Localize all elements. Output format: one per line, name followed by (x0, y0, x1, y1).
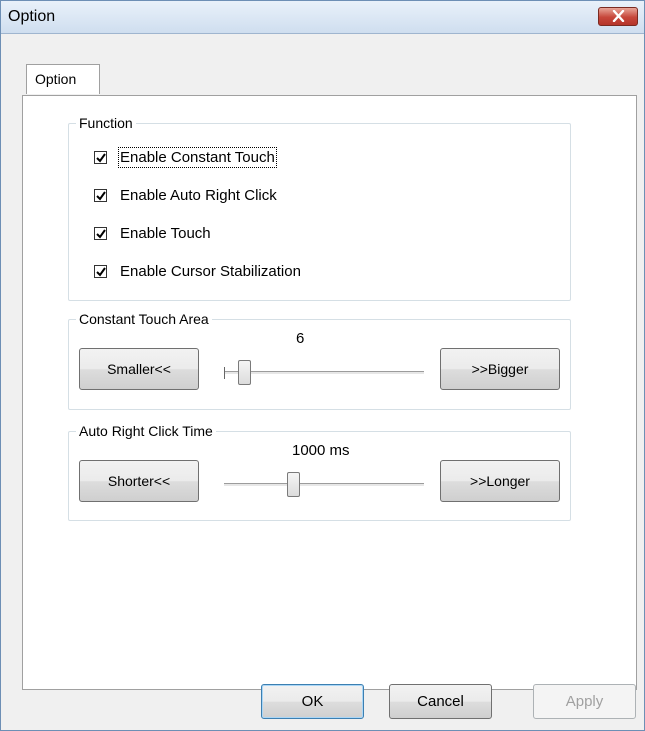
bigger-button[interactable]: >>Bigger (440, 348, 560, 390)
constant-touch-area-legend: Constant Touch Area (76, 311, 212, 327)
function-group: Function Enable Constant Touch Enable Au… (68, 115, 571, 301)
ok-button[interactable]: OK (261, 684, 364, 719)
touch-area-value: 6 (296, 330, 305, 347)
apply-button[interactable]: Apply (533, 684, 636, 719)
checkmark-icon (96, 153, 106, 163)
checkbox-box (94, 265, 107, 278)
checkmark-icon (96, 191, 106, 201)
checkmark-icon (96, 267, 106, 277)
enable-cursor-stabilization-label: Enable Cursor Stabilization (120, 263, 301, 280)
right-click-time-value: 1000 ms (292, 442, 350, 459)
checkbox-box (94, 189, 107, 202)
checkmark-icon (96, 229, 106, 239)
slider-track (224, 367, 424, 379)
tab-page: Function Enable Constant Touch Enable Au… (22, 95, 637, 690)
auto-right-click-time-legend: Auto Right Click Time (76, 423, 216, 439)
close-icon (612, 10, 625, 22)
enable-constant-touch-label: Enable Constant Touch (118, 147, 277, 168)
title-bar[interactable]: Option (1, 1, 644, 34)
slider-thumb[interactable] (238, 360, 251, 385)
dialog-content: Option Function Enable Constant Touch En… (1, 34, 644, 730)
enable-auto-right-click-label: Enable Auto Right Click (120, 187, 277, 204)
slider-track (224, 483, 424, 487)
tab-option-label: Option (35, 71, 77, 87)
auto-right-click-time-group: Auto Right Click Time 1000 ms Shorter<< … (68, 423, 571, 521)
longer-button[interactable]: >>Longer (440, 460, 560, 502)
smaller-button[interactable]: Smaller<< (79, 348, 199, 390)
checkbox-box (94, 227, 107, 240)
window-title: Option (8, 8, 56, 25)
tab-option[interactable]: Option (26, 64, 100, 94)
close-button[interactable] (598, 7, 638, 26)
right-click-time-slider[interactable] (224, 470, 424, 500)
cancel-button[interactable]: Cancel (389, 684, 492, 719)
option-dialog: Option Option Function Enable Constant T… (0, 0, 645, 731)
slider-thumb[interactable] (287, 472, 300, 497)
shorter-button[interactable]: Shorter<< (79, 460, 199, 502)
slider-tick (224, 367, 225, 379)
enable-touch-label: Enable Touch (120, 225, 211, 242)
checkbox-box (94, 151, 107, 164)
constant-touch-area-group: Constant Touch Area 6 Smaller<< >>Bigger (68, 311, 571, 410)
touch-area-slider[interactable] (224, 358, 424, 388)
function-group-legend: Function (76, 115, 136, 131)
